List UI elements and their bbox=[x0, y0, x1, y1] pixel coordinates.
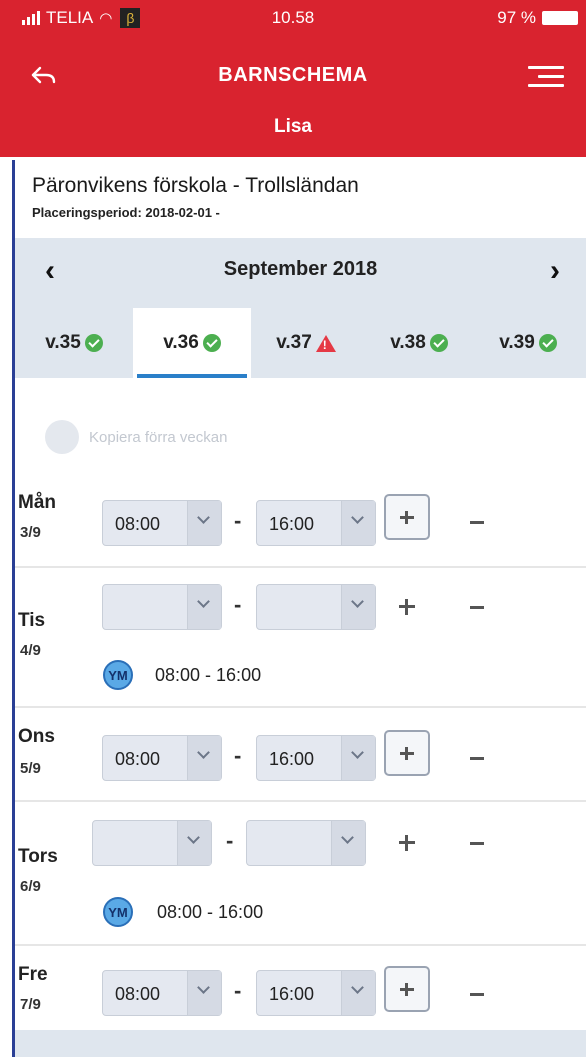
nav-bar: BARNSCHEMA bbox=[0, 52, 586, 102]
end-time-select[interactable] bbox=[246, 820, 366, 866]
tab-week-38[interactable]: v.38 bbox=[360, 308, 478, 378]
chevron-down-icon bbox=[187, 585, 221, 629]
check-circle-icon bbox=[202, 334, 221, 352]
copy-link-label: Kopiera förra veckan bbox=[89, 428, 228, 446]
day-name: Ons bbox=[18, 726, 55, 747]
day-divider bbox=[15, 800, 586, 802]
end-time-value: 16:00 bbox=[269, 749, 315, 769]
copy-icon bbox=[45, 420, 79, 454]
day-date: 7/9 bbox=[20, 996, 41, 1013]
week-label: v.35 bbox=[45, 332, 81, 353]
time-separator: - bbox=[234, 978, 242, 1003]
chevron-down-icon bbox=[187, 736, 221, 780]
day-name: Tis bbox=[18, 610, 46, 631]
start-time-select[interactable] bbox=[92, 820, 212, 866]
day-name: Mån bbox=[18, 492, 56, 513]
day-date: 3/9 bbox=[20, 524, 41, 541]
remove-interval-button[interactable] bbox=[470, 993, 484, 996]
add-interval-button[interactable] bbox=[399, 835, 415, 851]
remove-interval-button[interactable] bbox=[470, 606, 484, 609]
battery-icon bbox=[542, 11, 578, 25]
hamburger-menu-icon[interactable] bbox=[528, 66, 564, 88]
page-title: BARNSCHEMA bbox=[218, 64, 368, 86]
placement-period: Placeringsperiod: 2018-02-01 - bbox=[32, 205, 220, 220]
week-label: v.36 bbox=[163, 332, 199, 353]
remove-interval-button[interactable] bbox=[470, 757, 484, 760]
day-name: Fre bbox=[18, 964, 48, 985]
week-label: v.39 bbox=[499, 332, 535, 353]
time-separator: - bbox=[226, 828, 234, 853]
chevron-down-icon bbox=[341, 971, 375, 1015]
chevron-down-icon bbox=[341, 585, 375, 629]
end-time-select[interactable] bbox=[256, 584, 376, 630]
end-time-select[interactable]: 16:00 bbox=[256, 970, 376, 1016]
add-interval-button[interactable] bbox=[384, 730, 430, 776]
time-separator: - bbox=[234, 743, 242, 768]
end-time-select[interactable]: 16:00 bbox=[256, 500, 376, 546]
start-time-value: 08:00 bbox=[115, 749, 161, 769]
check-circle-icon bbox=[538, 334, 557, 352]
end-time-select[interactable]: 16:00 bbox=[256, 735, 376, 781]
avatar: YM bbox=[103, 897, 133, 927]
start-time-select[interactable] bbox=[102, 584, 222, 630]
add-interval-button[interactable] bbox=[384, 966, 430, 1012]
start-time-value: 08:00 bbox=[115, 984, 161, 1004]
battery-label: 97 % bbox=[497, 8, 536, 27]
tab-week-37[interactable]: v.37 bbox=[247, 308, 365, 378]
school-name: Päronvikens förskola - Trollsländan bbox=[32, 174, 359, 197]
status-bar: TELIA ◠ β 10.58 97 % bbox=[0, 8, 586, 34]
check-circle-icon bbox=[429, 334, 448, 352]
avatar: YM bbox=[103, 660, 133, 690]
chevron-down-icon bbox=[177, 821, 211, 865]
bottom-strip bbox=[15, 1030, 586, 1057]
start-time-select[interactable]: 08:00 bbox=[102, 970, 222, 1016]
warning-triangle-icon bbox=[315, 334, 336, 352]
week-label: v.38 bbox=[390, 332, 426, 353]
end-time-value: 16:00 bbox=[269, 514, 315, 534]
add-interval-button[interactable] bbox=[399, 599, 415, 615]
time-separator: - bbox=[234, 592, 242, 617]
month-navigator: ‹ September 2018 › bbox=[15, 238, 586, 308]
app-header: TELIA ◠ β 10.58 97 % BARNSCHEMA Lisa bbox=[0, 0, 586, 157]
end-time-value: 16:00 bbox=[269, 984, 315, 1004]
chevron-down-icon bbox=[331, 821, 365, 865]
add-interval-button[interactable] bbox=[384, 494, 430, 540]
tab-week-39[interactable]: v.39 bbox=[470, 308, 586, 378]
day-divider bbox=[15, 566, 586, 568]
day-name: Tors bbox=[18, 846, 58, 867]
remove-interval-button[interactable] bbox=[470, 521, 484, 524]
tab-week-36[interactable]: v.36 bbox=[133, 308, 251, 378]
chevron-down-icon bbox=[341, 736, 375, 780]
time-separator: - bbox=[234, 508, 242, 533]
copy-last-week-link[interactable]: Kopiera förra veckan bbox=[45, 420, 227, 454]
week-tabs: v.35 v.36 v.37 v.38 v.39 bbox=[15, 308, 586, 378]
chevron-down-icon bbox=[187, 501, 221, 545]
day-date: 5/9 bbox=[20, 760, 41, 777]
month-label: September 2018 bbox=[223, 258, 378, 280]
start-time-select[interactable]: 08:00 bbox=[102, 500, 222, 546]
tab-week-35[interactable]: v.35 bbox=[15, 308, 133, 378]
day-divider bbox=[15, 944, 586, 946]
chevron-down-icon bbox=[341, 501, 375, 545]
chevron-down-icon bbox=[187, 971, 221, 1015]
start-time-value: 08:00 bbox=[115, 514, 161, 534]
next-month-chevron-icon[interactable]: › bbox=[550, 254, 560, 288]
day-date: 6/9 bbox=[20, 878, 41, 895]
battery-group: 97 % bbox=[497, 8, 578, 28]
remove-interval-button[interactable] bbox=[470, 842, 484, 845]
scheduled-time: 08:00 - 16:00 bbox=[157, 902, 264, 922]
scheduled-time: 08:00 - 16:00 bbox=[155, 665, 262, 685]
child-name: Lisa bbox=[273, 116, 313, 137]
start-time-select[interactable]: 08:00 bbox=[102, 735, 222, 781]
day-date: 4/9 bbox=[20, 642, 41, 659]
week-label: v.37 bbox=[276, 332, 312, 353]
day-divider bbox=[15, 706, 586, 708]
check-circle-icon bbox=[84, 334, 103, 352]
